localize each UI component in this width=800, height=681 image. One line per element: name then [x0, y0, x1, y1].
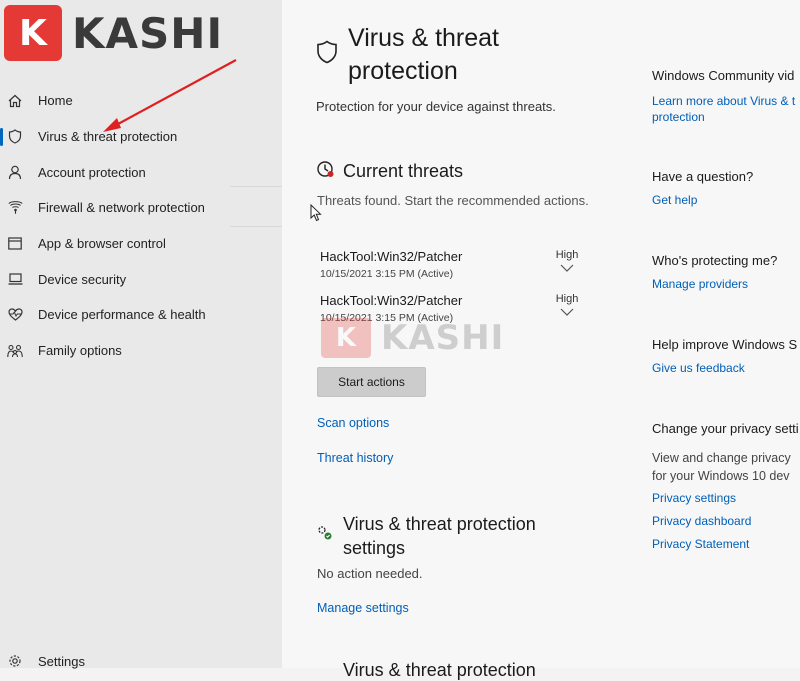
privacy-settings-link[interactable]: Privacy settings	[652, 491, 736, 505]
laptop-icon	[7, 271, 23, 287]
sidebar-item-label: Device security	[38, 271, 127, 287]
sidebar-item-label: Device performance & health	[38, 307, 206, 323]
sidebar-item-label: Home	[38, 93, 73, 109]
sidebar-item-firewall[interactable]: Firewall & network protection	[0, 190, 282, 226]
sidebar-item-app-browser-control[interactable]: App & browser control	[0, 226, 282, 262]
sidebar-item-virus-threat-protection[interactable]: Virus & threat protection	[0, 119, 282, 155]
person-icon	[7, 164, 23, 180]
feedback-link[interactable]: Give us feedback	[652, 361, 745, 375]
start-actions-button[interactable]: Start actions	[317, 367, 426, 397]
settings-section-heading: Virus & threat protection settings	[343, 514, 536, 558]
privacy-text: View and change privacy for your Windows…	[652, 451, 791, 483]
kashi-logo: K KASHI	[4, 5, 223, 61]
sidebar-item-device-performance[interactable]: Device performance & health	[0, 297, 282, 333]
improve-heading: Help improve Windows S	[652, 337, 798, 352]
bottom-section-heading: Virus & threat protection	[343, 660, 536, 680]
sidebar-item-label: Account protection	[38, 164, 146, 180]
threat-severity[interactable]: High	[552, 249, 582, 272]
gear-icon	[7, 653, 23, 669]
watermark-letter: K	[335, 323, 357, 353]
privacy-statement-link[interactable]: Privacy Statement	[652, 537, 749, 551]
settings-gears-icon	[316, 524, 334, 547]
community-heading: Windows Community vid	[652, 68, 795, 83]
threat-history-link[interactable]: Threat history	[317, 451, 393, 465]
divider	[230, 186, 282, 187]
sidebar-item-settings[interactable]: Settings	[0, 648, 282, 674]
page-subtitle: Protection for your device against threa…	[316, 99, 556, 114]
threats-description: Threats found. Start the recommended act…	[317, 193, 589, 208]
threat-date: 10/15/2021 3:15 PM (Active)	[320, 268, 454, 280]
browser-window-icon	[7, 236, 23, 252]
threat-name: HackTool:Win32/Patcher	[320, 249, 463, 264]
shield-icon	[7, 129, 23, 145]
family-icon	[7, 343, 23, 359]
divider	[230, 226, 282, 227]
settings-status: No action needed.	[317, 566, 423, 581]
get-help-link[interactable]: Get help	[652, 193, 697, 207]
sidebar-item-label: Virus & threat protection	[38, 129, 178, 145]
sidebar-item-label: Firewall & network protection	[38, 200, 205, 216]
sidebar: K KASHI Home Virus & threat protection A…	[0, 0, 282, 669]
threat-item[interactable]: HackTool:Win32/Patcher 10/15/2021 3:15 P…	[320, 249, 582, 280]
scan-options-link[interactable]: Scan options	[317, 416, 389, 430]
chevron-down-icon[interactable]	[560, 264, 574, 272]
threat-clock-icon	[316, 160, 334, 183]
sidebar-item-account-protection[interactable]: Account protection	[0, 154, 282, 190]
sidebar-item-device-security[interactable]: Device security	[0, 261, 282, 297]
chevron-down-icon[interactable]	[560, 308, 574, 316]
logo-text: KASHI	[72, 8, 224, 58]
heart-icon	[7, 307, 23, 323]
threat-severity[interactable]: High	[552, 293, 582, 316]
kashi-watermark: K KASHI	[321, 318, 504, 358]
community-link[interactable]: Learn more about Virus & t protection	[652, 93, 795, 125]
logo-letter: K	[19, 12, 47, 54]
protecting-heading: Who's protecting me?	[652, 253, 778, 268]
home-icon	[7, 93, 23, 109]
sidebar-item-label: Settings	[38, 653, 85, 669]
sidebar-item-home[interactable]: Home	[0, 83, 282, 119]
privacy-dashboard-link[interactable]: Privacy dashboard	[652, 514, 751, 528]
mouse-cursor-icon	[310, 203, 322, 227]
sidebar-item-label: App & browser control	[38, 236, 166, 252]
manage-settings-link[interactable]: Manage settings	[317, 601, 409, 615]
privacy-heading: Change your privacy setti	[652, 421, 799, 436]
manage-providers-link[interactable]: Manage providers	[652, 277, 748, 291]
sidebar-item-family-options[interactable]: Family options	[0, 333, 282, 369]
sidebar-item-label: Family options	[38, 343, 122, 359]
page-title: Virus & threat protection	[348, 24, 500, 85]
threat-name: HackTool:Win32/Patcher	[320, 293, 463, 308]
watermark-text: KASHI	[381, 318, 505, 358]
current-threats-heading: Current threats	[343, 161, 464, 181]
wifi-icon	[7, 200, 23, 216]
question-heading: Have a question?	[652, 169, 754, 184]
shield-icon	[316, 40, 338, 69]
